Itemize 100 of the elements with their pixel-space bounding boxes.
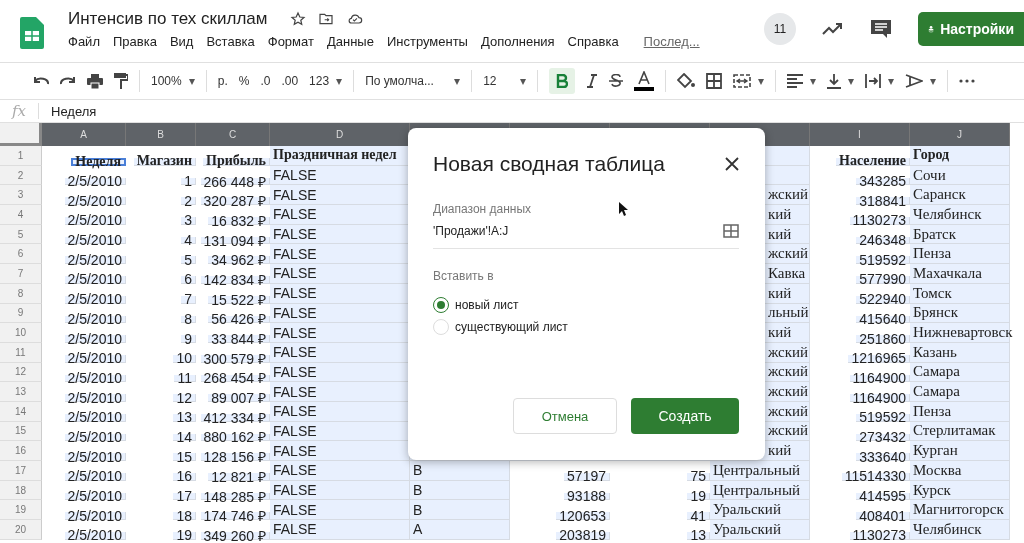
range-input-field[interactable]: 'Продажи'!A:J — [433, 216, 739, 249]
font-size-dropdown[interactable]: 12 — [483, 74, 514, 88]
vertical-align-icon[interactable] — [827, 73, 842, 89]
table-cell: B — [410, 500, 510, 521]
row-header[interactable]: 20 — [0, 520, 42, 540]
row-header[interactable]: 14 — [0, 401, 42, 422]
radio-label[interactable]: существующий лист — [455, 320, 568, 334]
menu-item[interactable]: Формат — [267, 34, 314, 49]
close-icon[interactable] — [725, 157, 739, 171]
table-cell: 1130273 — [849, 532, 910, 540]
increase-decimals-button[interactable]: .00 — [281, 74, 299, 88]
menu-item[interactable]: Вид — [169, 34, 194, 49]
number-format-dropdown[interactable]: 123 — [309, 74, 330, 88]
table-cell: 2/5/2010 — [64, 413, 126, 422]
row-header[interactable]: 6 — [0, 244, 42, 265]
radio-label[interactable]: новый лист — [455, 298, 519, 312]
align-left-icon[interactable] — [787, 74, 804, 88]
row-header[interactable]: 9 — [0, 303, 42, 324]
fill-color-icon[interactable] — [677, 73, 696, 89]
comment-icon[interactable] — [870, 19, 892, 39]
row-header[interactable]: 15 — [0, 421, 42, 442]
table-cell: 2/5/2010 — [64, 374, 126, 383]
row-header[interactable]: 8 — [0, 283, 42, 304]
column-header[interactable]: C — [196, 123, 270, 146]
cancel-button[interactable]: Отмена — [513, 398, 617, 434]
currency-format-button[interactable]: р. — [217, 74, 228, 88]
borders-icon[interactable] — [706, 73, 723, 89]
row-header[interactable]: 13 — [0, 382, 42, 402]
table-cell: Центральный — [710, 480, 810, 501]
row-header[interactable]: 1 — [0, 146, 42, 166]
grid-icon[interactable] — [723, 224, 739, 238]
folder-icon[interactable] — [317, 11, 334, 27]
table-cell: 415640 — [856, 315, 910, 324]
column-header[interactable]: B — [126, 123, 196, 146]
table-cell: Самара — [910, 382, 1010, 402]
text-rotation-icon[interactable] — [905, 73, 924, 89]
row-header[interactable]: 19 — [0, 500, 42, 521]
table-cell: Курск — [910, 480, 1010, 501]
share-button[interactable]: Настройки — [918, 12, 1024, 46]
merge-cells-icon[interactable] — [733, 74, 752, 88]
row-header[interactable]: 16 — [0, 441, 42, 461]
table-cell: 11 — [174, 374, 196, 383]
formula-label: fx — [10, 102, 27, 120]
row-header[interactable]: 11 — [0, 342, 42, 363]
star-icon[interactable] — [289, 11, 306, 27]
strikethrough-icon[interactable] — [609, 74, 624, 88]
table-cell: 2/5/2010 — [64, 197, 126, 206]
menu-item[interactable]: Данные — [326, 34, 374, 49]
column-header[interactable]: I — [810, 123, 910, 146]
percent-format-button[interactable]: % — [238, 74, 250, 88]
menu-item[interactable]: Файл — [68, 34, 100, 49]
column-header[interactable]: J — [910, 123, 1010, 146]
row-header[interactable]: 3 — [0, 185, 42, 206]
row-header[interactable]: 17 — [0, 461, 42, 481]
table-cell: 2/5/2010 — [64, 512, 126, 521]
table-cell: 13 — [687, 532, 710, 540]
row-header[interactable]: 18 — [0, 480, 42, 501]
decrease-decimals-button[interactable]: .0 — [260, 74, 271, 88]
formula-field[interactable]: Неделя — [51, 103, 97, 119]
more-icon[interactable] — [959, 79, 976, 83]
row-header[interactable]: 10 — [0, 323, 42, 343]
table-cell: 16 832 ₽ — [208, 217, 270, 225]
caret-icon: ▾ — [930, 73, 937, 89]
table-cell: Братск — [910, 224, 1010, 245]
document-title[interactable]: Интенсив по тех скиллам — [68, 9, 268, 29]
menu-item[interactable]: Инструменты — [386, 34, 468, 49]
print-icon[interactable] — [87, 73, 103, 89]
table-cell: 1164900 — [849, 374, 910, 383]
text-color-icon[interactable] — [634, 71, 655, 91]
sheets-logo-icon[interactable] — [20, 17, 44, 49]
table-cell: Уральский — [710, 500, 810, 521]
table-cell: 519592 — [856, 256, 910, 265]
column-header[interactable]: A — [42, 123, 126, 146]
undo-icon[interactable] — [33, 75, 49, 87]
table-cell: 318841 — [856, 197, 910, 206]
menu-item[interactable]: Вставка — [206, 34, 255, 49]
text-wrap-icon[interactable] — [865, 73, 882, 89]
last-edit-link[interactable]: Послед... — [643, 34, 700, 49]
table-cell: Центральный — [710, 461, 810, 481]
row-header[interactable]: 2 — [0, 165, 42, 186]
redo-icon[interactable] — [60, 75, 76, 87]
paint-format-icon[interactable] — [114, 73, 128, 89]
font-dropdown[interactable]: По умолча... — [365, 74, 448, 88]
menu-item[interactable]: Справка — [567, 34, 619, 49]
trend-icon[interactable] — [822, 22, 844, 36]
column-header[interactable]: D — [270, 123, 410, 146]
table-cell: Город — [910, 146, 1010, 166]
row-header[interactable]: 7 — [0, 264, 42, 284]
menu-item[interactable]: Правка — [112, 34, 157, 49]
create-button[interactable]: Создать — [631, 398, 739, 434]
table-cell: 2/5/2010 — [64, 315, 126, 324]
menu-item[interactable]: Дополнения — [480, 34, 555, 49]
select-all-corner[interactable] — [0, 123, 42, 146]
row-header[interactable]: 5 — [0, 224, 42, 245]
italic-icon[interactable] — [586, 74, 599, 88]
row-header[interactable]: 12 — [0, 362, 42, 383]
collaborator-count[interactable]: 11 — [764, 13, 796, 45]
zoom-dropdown[interactable]: 100% — [151, 74, 182, 88]
bold-button[interactable] — [549, 68, 576, 94]
row-header[interactable]: 4 — [0, 205, 42, 225]
